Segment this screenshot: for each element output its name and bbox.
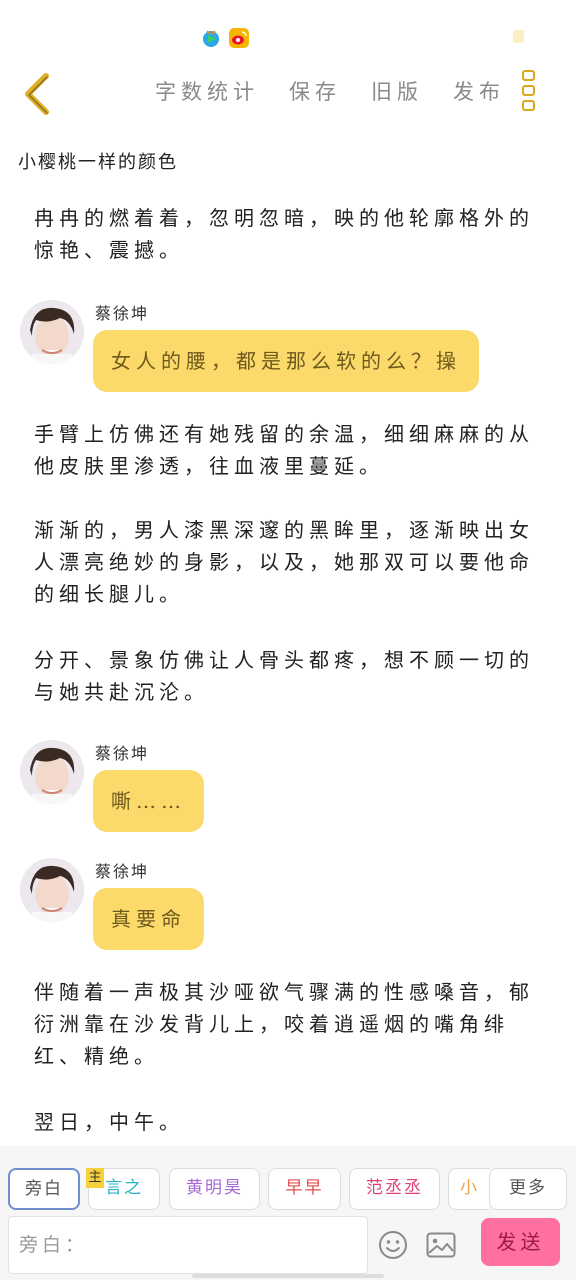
narration-paragraph: 冉冉的燃着着，忽明忽暗，映的他轮廓格外的惊艳、震撼。	[34, 206, 534, 262]
video-app-icon	[201, 28, 221, 48]
header-menu: 字数统计 保存 旧版 发布	[155, 76, 505, 106]
image-icon	[426, 1232, 456, 1258]
character-chip[interactable]: 小	[448, 1168, 490, 1210]
status-indicator	[513, 30, 524, 43]
home-indicator	[192, 1274, 384, 1278]
speech-bubble[interactable]: 女人的腰，都是那么软的么？操	[93, 330, 479, 392]
character-chip[interactable]: 黄明昊	[169, 1168, 260, 1210]
save-button[interactable]: 保存	[289, 76, 341, 106]
send-button[interactable]: 发送	[481, 1218, 560, 1266]
back-button[interactable]	[18, 70, 58, 116]
more-dot-icon	[522, 85, 535, 96]
character-chip[interactable]: 范丞丞	[349, 1168, 440, 1210]
narration-paragraph: 伴随着一声极其沙哑欲气骤满的性感嗓音，郁衍洲靠在沙发背儿上，咬着逍遥烟的嘴角绯红…	[34, 980, 534, 1068]
speaker-name: 蔡徐坤	[95, 304, 150, 323]
avatar[interactable]	[20, 300, 84, 364]
word-count-button[interactable]: 字数统计	[155, 76, 259, 106]
top-toolbar: 字数统计 保存 旧版 发布	[0, 62, 576, 124]
speech-bubble[interactable]: 嘶……	[93, 770, 204, 832]
avatar[interactable]	[20, 858, 84, 922]
story-content[interactable]: 冉冉的燃着着，忽明忽暗，映的他轮廓格外的惊艳、震撼。 蔡徐坤 女人的腰，都是那么…	[0, 196, 576, 1140]
narration-paragraph: 分开、景象仿佛让人骨头都疼，想不顾一切的与她共赴沉沦。	[34, 648, 534, 704]
main-character-badge: 主	[86, 1168, 104, 1188]
character-chip-narration[interactable]: 旁白	[8, 1168, 80, 1210]
narration-paragraph: 渐渐的，男人漆黑深邃的黑眸里，逐渐映出女人漂亮绝妙的身影，以及，她那双可以要他命…	[34, 518, 534, 606]
image-button[interactable]	[426, 1232, 456, 1258]
status-bar	[0, 0, 576, 60]
story-title: 小樱桃一样的颜色	[18, 152, 178, 173]
emoji-button[interactable]	[378, 1230, 408, 1260]
weibo-app-icon	[229, 28, 249, 48]
old-version-button[interactable]: 旧版	[371, 76, 423, 106]
character-chip[interactable]: 早早	[268, 1168, 341, 1210]
more-characters-button[interactable]: 更多	[489, 1168, 567, 1210]
message-input[interactable]: 旁白：	[8, 1216, 368, 1274]
more-dot-icon	[522, 70, 535, 81]
avatar[interactable]	[20, 740, 84, 804]
emoji-icon	[379, 1231, 407, 1259]
more-menu-button[interactable]	[520, 70, 540, 116]
narration-paragraph: 手臂上仿佛还有她残留的余温，细细麻麻的从他皮肤里渗透，往血液里蔓延。	[34, 422, 534, 478]
input-bar: 旁白： 发送	[0, 1212, 576, 1280]
narration-paragraph: 翌日，中午。	[34, 1110, 184, 1134]
more-dot-icon	[522, 100, 535, 111]
speaker-name: 蔡徐坤	[95, 862, 150, 881]
speaker-name: 蔡徐坤	[95, 744, 150, 763]
chevron-left-icon	[25, 73, 49, 115]
publish-button[interactable]: 发布	[453, 76, 505, 106]
speech-bubble[interactable]: 真要命	[93, 888, 204, 950]
